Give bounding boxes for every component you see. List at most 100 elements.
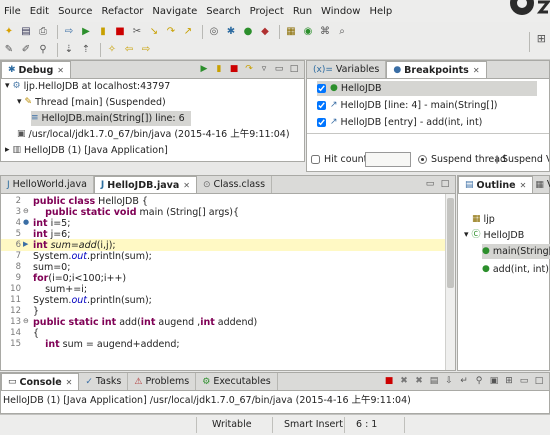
fold-icon[interactable]: ⊖ [23,317,29,325]
word-wrap-icon[interactable]: ↵ [458,375,470,387]
terminate-icon[interactable]: ■ [113,25,127,39]
step-over-icon[interactable]: ↷ [164,25,178,39]
pin-icon[interactable]: ⚲ [36,43,50,57]
tab-tasks[interactable]: ✓ Tasks [79,373,129,390]
toggle-mark-icon[interactable]: ✐ [19,43,33,57]
menu-search[interactable]: Search [206,6,240,17]
menu-window[interactable]: Window [321,6,360,17]
clear-console-icon[interactable]: ▤ [428,375,440,387]
scrollbar-thumb[interactable] [447,198,454,288]
save-icon[interactable]: ▤ [19,25,33,39]
menu-navigate[interactable]: Navigate [152,6,197,17]
tab-outline[interactable]: ▤ Outline ✕ [458,176,534,193]
step-into-icon[interactable]: ↘ [147,25,161,39]
tree-item[interactable]: ▾ ✎ Thread [main] (Suspended) [17,95,166,110]
new-java-class-icon[interactable]: ◉ [301,25,315,39]
menu-file[interactable]: File [4,6,21,17]
tab-debug[interactable]: ✱ Debug ✕ [1,61,71,78]
menu-run[interactable]: Run [293,6,312,17]
tree-item[interactable]: ▾ ⚙ ljp.HelloJDB at localhost:43797 [5,79,170,94]
suspend-icon[interactable]: ▮ [213,63,225,75]
back-icon[interactable]: ⇦ [122,43,136,57]
next-annotation-icon[interactable]: ⇣ [62,43,76,57]
tree-item[interactable]: ▣ /usr/local/jdk1.7.0_67/bin/java (2015-… [17,127,290,142]
close-icon[interactable]: ✕ [183,181,190,190]
terminate-icon[interactable]: ■ [383,375,395,387]
tab-breakpoints[interactable]: ● Breakpoints ✕ [386,61,487,78]
tab-helloworld-java[interactable]: J HelloWorld.java [1,176,94,193]
run-icon[interactable]: ● [241,25,255,39]
hit-count-input[interactable] [365,152,411,167]
breakpoint-item[interactable]: ● HelloJDB [317,81,537,96]
minimize-icon[interactable]: ▭ [518,375,530,387]
last-edit-icon[interactable]: ✧ [105,43,119,57]
new-java-package-icon[interactable]: ▦ [284,25,298,39]
new-icon[interactable]: ✦ [2,25,16,39]
debug-icon[interactable]: ✱ [224,25,238,39]
disconnect-icon[interactable]: ✂ [130,25,144,39]
tab-other[interactable]: ▦ Vi [533,176,550,193]
print-icon[interactable]: ⎙ [36,25,50,39]
close-icon[interactable]: ✕ [520,181,527,190]
breakpoint-item[interactable]: ↗ HelloJDB [entry] - add(int, int) [317,115,482,130]
open-type-icon[interactable]: ⌘ [318,25,332,39]
suspend-vm-radio[interactable] [496,155,498,164]
menu-refactor[interactable]: Refactor [101,6,143,17]
previous-annotation-icon[interactable]: ⇡ [79,43,93,57]
resume-icon[interactable]: ▶ [198,63,210,75]
display-console-icon[interactable]: ▣ [488,375,500,387]
step-over-icon[interactable]: ↷ [243,63,255,75]
suspend-thread-option[interactable]: Suspend thread [418,152,506,167]
tab-executables[interactable]: ⚙ Executables [196,373,278,390]
breakpoint-checkbox[interactable] [317,118,326,127]
maximize-icon[interactable]: □ [439,178,451,190]
remove-all-icon[interactable]: ✖ [413,375,425,387]
pin-console-icon[interactable]: ⚲ [473,375,485,387]
resume-icon[interactable]: ▶ [79,25,93,39]
minimize-icon[interactable]: ▭ [424,178,436,190]
maximize-icon[interactable]: □ [533,375,545,387]
remove-launch-icon[interactable]: ✖ [398,375,410,387]
perspective-icon[interactable]: ⊞ [537,32,546,45]
breakpoint-item[interactable]: ↗ HelloJDB [line: 4] - main(String[]) [317,98,497,113]
tab-class-class[interactable]: ⊙ Class.class [197,176,273,193]
skip-breakpoints-icon[interactable]: ⇨ [62,25,76,39]
tree-item-selected[interactable]: ≡ HelloJDB.main(String[]) line: 6 [31,111,191,126]
close-icon[interactable]: ✕ [57,66,64,75]
open-console-icon[interactable]: ⊞ [503,375,515,387]
menu-project[interactable]: Project [250,6,284,17]
menu-source[interactable]: Source [58,6,92,17]
close-icon[interactable]: ✕ [66,378,73,387]
scroll-lock-icon[interactable]: ⇩ [443,375,455,387]
tab-variables[interactable]: (x)= Variables [307,61,387,78]
hit-count-checkbox[interactable] [311,155,320,164]
breakpoint-checkbox[interactable] [317,101,326,110]
code-area[interactable]: 2 3 4 5 6 7 8 9 10 11 12 13 14 15 ⊖ ● ▶ … [1,194,455,370]
open-task-icon[interactable]: ◎ [207,25,221,39]
view-menu-icon[interactable]: ▿ [258,63,270,75]
breakpoint-checkbox[interactable] [317,84,326,93]
maximize-icon[interactable]: □ [288,63,300,75]
outline-item[interactable]: ▦ ljp [472,212,495,227]
search-icon[interactable]: ⌕ [335,25,349,39]
menu-help[interactable]: Help [369,6,392,17]
fold-icon[interactable]: ⊖ [23,207,29,215]
step-return-icon[interactable]: ↗ [181,25,195,39]
outline-item-selected[interactable]: ● main(String[]) [482,244,550,259]
suspend-vm-option[interactable]: Suspend VM [496,152,549,167]
minimize-icon[interactable]: ▭ [273,63,285,75]
menu-edit[interactable]: Edit [30,6,49,17]
tree-item[interactable]: ▸ ▥ HelloJDB (1) [Java Application] [5,143,168,158]
tab-hellojdb-java[interactable]: J HelloJDB.java ✕ [93,176,197,193]
tab-console[interactable]: ▭ Console ✕ [1,373,80,390]
outline-item[interactable]: ● add(int, int) : [482,262,550,277]
suspend-icon[interactable]: ▮ [96,25,110,39]
suspend-thread-radio[interactable] [418,155,427,164]
annotation-icon[interactable]: ✎ [2,43,16,57]
external-tools-icon[interactable]: ◆ [258,25,272,39]
forward-icon[interactable]: ⇨ [139,43,153,57]
terminate-icon[interactable]: ■ [228,63,240,75]
tab-problems[interactable]: ⚠ Problems [128,373,197,390]
close-icon[interactable]: ✕ [473,66,480,75]
editor-scrollbar[interactable] [445,194,455,370]
